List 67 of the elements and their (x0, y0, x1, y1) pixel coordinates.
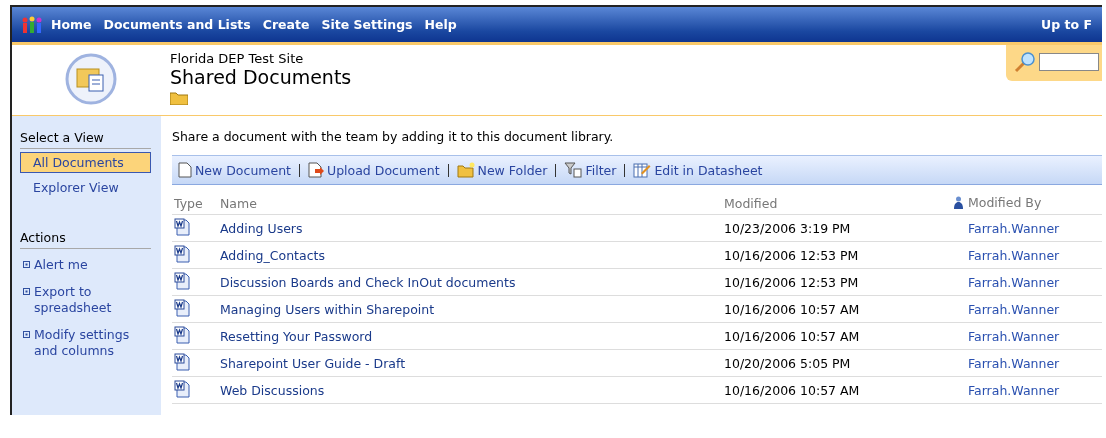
column-header[interactable]: Type (172, 195, 218, 215)
modified-date: 10/16/2006 10:57 AM (724, 301, 860, 317)
bullet-icon (23, 288, 30, 295)
nav-link[interactable]: Documents and Lists (103, 17, 251, 32)
document-link[interactable]: Adding_Contacts (220, 247, 325, 263)
page-icon (178, 162, 192, 178)
column-header[interactable]: Modified By (968, 195, 1042, 210)
user-link[interactable]: Farrah.Wanner (968, 220, 1060, 236)
toolbar-button[interactable]: Upload Document (308, 162, 440, 178)
modified-date: 10/20/2006 5:05 PM (724, 355, 851, 371)
modified-date: 10/16/2006 12:53 PM (724, 274, 859, 290)
nav-link[interactable]: Help (424, 17, 457, 32)
word-document-icon (174, 352, 190, 371)
word-document-icon (174, 325, 190, 344)
datasheet-pencil-icon (633, 162, 652, 178)
modified-date: 10/16/2006 10:57 AM (724, 328, 860, 344)
modified-date: 10/16/2006 12:53 PM (724, 247, 859, 263)
action-link[interactable]: Modify settings and columns (34, 327, 144, 359)
site-title: Florida DEP Test Site (170, 51, 304, 66)
action-link[interactable]: Export to spreadsheet (34, 284, 144, 316)
page-title: Shared Documents (170, 66, 352, 88)
search-icon (1014, 51, 1036, 73)
user-link[interactable]: Farrah.Wanner (968, 247, 1060, 263)
column-header[interactable]: Name (218, 195, 722, 215)
document-link[interactable]: Resetting Your Password (220, 328, 373, 344)
section-heading: Actions (20, 230, 151, 249)
nav-link[interactable]: Home (51, 17, 92, 32)
modified-date: 10/16/2006 10:57 AM (724, 382, 860, 398)
word-document-icon (174, 298, 190, 317)
user-link[interactable]: Farrah.Wanner (968, 355, 1060, 371)
folder-star-icon (456, 162, 475, 178)
view-link[interactable]: All Documents (20, 152, 151, 173)
toolbar-button[interactable]: New Document (178, 162, 291, 178)
bullet-icon (23, 261, 30, 268)
word-document-icon (174, 379, 190, 398)
document-link[interactable]: Web Discussions (220, 382, 325, 398)
document-link[interactable]: Managing Users within Sharepoint (220, 301, 435, 317)
column-header[interactable]: Modified (722, 195, 956, 215)
word-document-icon (174, 271, 190, 290)
search-field[interactable] (1039, 53, 1099, 71)
person-icon (954, 196, 963, 209)
word-document-icon (174, 217, 190, 236)
description-text: Share a document with the team by adding it to this document library. (172, 129, 615, 144)
toolbar-button[interactable]: Edit in Datasheet (633, 162, 763, 178)
user-link[interactable]: Farrah.Wanner (968, 328, 1060, 344)
document-link[interactable]: Sharepoint User Guide - Draft (220, 355, 406, 371)
view-link[interactable]: Explorer View (20, 177, 151, 198)
document-library-icon (65, 53, 117, 105)
bullet-icon (23, 331, 30, 338)
nav-link[interactable]: Site Settings (321, 17, 413, 32)
user-link[interactable]: Farrah.Wanner (968, 301, 1060, 317)
modified-date: 10/23/2006 3:19 PM (724, 220, 851, 236)
document-link[interactable]: Adding Users (220, 220, 303, 236)
nav-link[interactable]: Create (262, 17, 310, 32)
user-link[interactable]: Farrah.Wanner (968, 274, 1060, 290)
page-arrow-icon (308, 162, 324, 178)
nav-link[interactable]: Up to F (1041, 17, 1092, 32)
toolbar-button[interactable]: New Folder (456, 162, 548, 178)
people-logo-icon (21, 15, 43, 34)
folder-icon (170, 91, 188, 105)
filter-icon (564, 162, 583, 178)
word-document-icon (174, 244, 190, 263)
action-link[interactable]: Alert me (34, 257, 144, 273)
user-link[interactable]: Farrah.Wanner (968, 382, 1060, 398)
document-link[interactable]: Discussion Boards and Check InOut documents (220, 274, 516, 290)
toolbar-button[interactable]: Filter (564, 162, 617, 178)
section-heading: Select a View (20, 130, 151, 149)
